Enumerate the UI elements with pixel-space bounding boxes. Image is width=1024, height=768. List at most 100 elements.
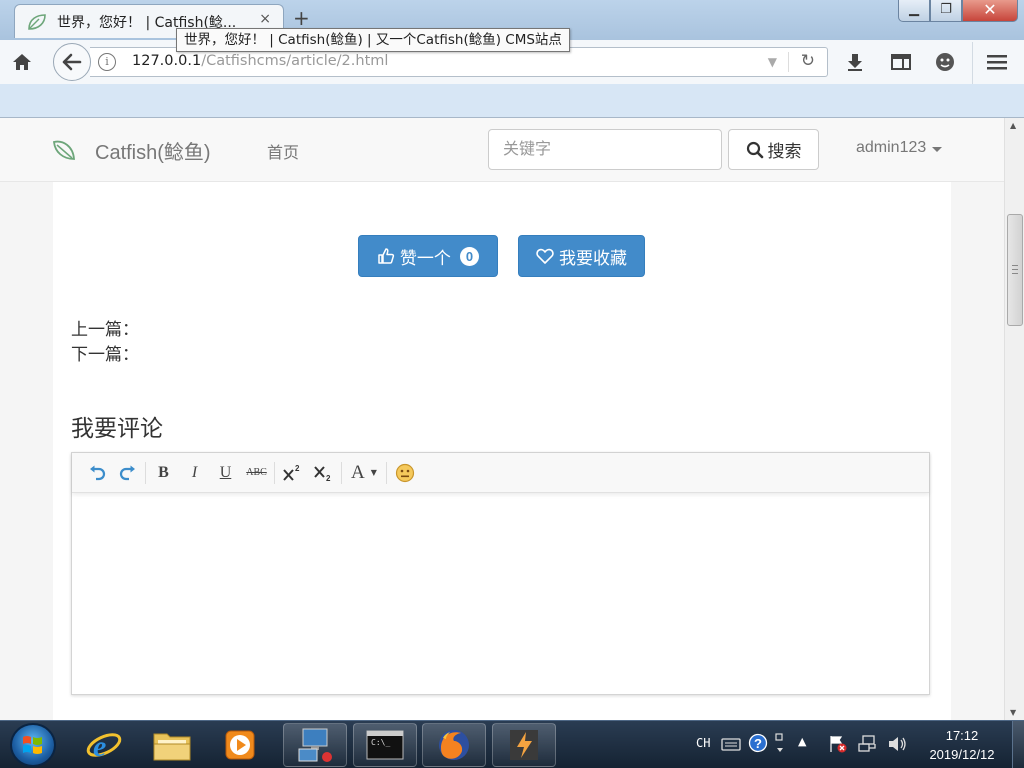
thumbs-up-icon — [378, 248, 394, 264]
home-icon[interactable] — [10, 50, 34, 74]
taskbar-ie[interactable]: e — [72, 723, 136, 767]
show-hidden-icons[interactable]: ▲ — [798, 735, 806, 748]
search-button[interactable]: 搜索 — [728, 129, 819, 170]
bold-icon[interactable]: B — [148, 459, 179, 487]
scroll-down-icon[interactable]: ▼ — [1010, 708, 1016, 717]
emoticon-icon[interactable] — [389, 459, 420, 487]
editor-text-area[interactable] — [72, 493, 929, 694]
url-path: /Catfishcms/article/2.html — [201, 53, 389, 69]
search-input[interactable] — [488, 129, 722, 170]
like-label: 赞一个 — [399, 248, 451, 268]
scroll-thumb[interactable] — [1007, 214, 1023, 326]
subscript-icon[interactable]: 2 — [308, 459, 339, 487]
user-name: admin123 — [856, 139, 927, 156]
scroll-up-icon[interactable]: ▲ — [1010, 121, 1016, 130]
taskbar-media-player[interactable] — [208, 723, 272, 767]
show-desktop-button[interactable] — [1012, 721, 1024, 768]
media-player-icon — [225, 730, 255, 760]
comment-editor[interactable]: B I U ABC 2 2 A ▼ — [71, 452, 930, 695]
svg-text:2: 2 — [326, 474, 331, 482]
taskbar-network-app[interactable] — [283, 723, 347, 767]
close-window-button[interactable]: ✕ — [962, 0, 1018, 22]
underline-icon[interactable]: U — [210, 459, 241, 487]
action-center-flag-icon[interactable] — [828, 734, 848, 754]
clock-time: 17:12 — [945, 728, 979, 743]
bookmarks-bar — [0, 84, 1024, 118]
favorite-button[interactable]: 我要收藏 — [518, 235, 645, 277]
toolbar-separator — [341, 461, 342, 484]
ime-options-icon[interactable] — [774, 733, 786, 755]
firefox-icon — [439, 730, 469, 760]
menu-icon[interactable] — [985, 50, 1009, 74]
next-article-link[interactable]: 下一篇： — [71, 342, 139, 367]
start-button[interactable] — [10, 723, 56, 767]
url-dropdown-icon[interactable]: ▼ — [768, 55, 777, 69]
site-brand[interactable]: Catfish(鲶鱼) — [95, 136, 211, 165]
comment-heading: 我要评论 — [71, 415, 163, 441]
superscript-icon[interactable]: 2 — [277, 459, 308, 487]
back-button[interactable] — [53, 43, 91, 81]
font-color-letter: A — [351, 461, 365, 483]
dropdown-arrow-icon: ▼ — [370, 468, 377, 477]
editor-toolbar: B I U ABC 2 2 A ▼ — [72, 453, 929, 493]
font-color-icon[interactable]: A ▼ — [344, 459, 384, 487]
svg-text:?: ? — [754, 736, 762, 751]
new-tab-button[interactable]: + — [293, 6, 310, 30]
url-divider — [788, 52, 789, 72]
web-page: Catfish(鲶鱼) 首页 搜索 admin123 赞一个 0 我要收藏 上一… — [0, 118, 1004, 720]
taskbar-cmd[interactable]: C:\_ — [353, 723, 417, 767]
leaf-icon — [28, 14, 46, 30]
toolbar-divider — [972, 42, 973, 84]
keyboard-icon[interactable] — [721, 736, 741, 752]
strikethrough-icon[interactable]: ABC — [241, 459, 272, 487]
taskbar-firefox[interactable] — [422, 723, 486, 767]
favorite-label: 我要收藏 — [559, 248, 627, 268]
nav-home-link[interactable]: 首页 — [267, 139, 299, 163]
user-menu-dropdown[interactable]: admin123 — [856, 139, 943, 157]
input-language[interactable]: CH — [696, 736, 710, 750]
sidebar-icon[interactable] — [889, 50, 913, 74]
previous-article-link[interactable]: 上一篇： — [71, 317, 139, 342]
url-text[interactable]: 127.0.0.1/Catfishcms/article/2.html — [132, 53, 388, 69]
url-host: 127.0.0.1 — [132, 53, 202, 69]
folder-icon — [153, 733, 191, 761]
site-info-icon[interactable]: i — [98, 53, 116, 71]
like-button[interactable]: 赞一个 0 — [358, 235, 498, 277]
windows-logo-icon — [23, 736, 42, 754]
maximize-button[interactable]: ❐ — [930, 0, 962, 22]
prev-next-links: 上一篇： 下一篇： — [71, 317, 139, 367]
network-icon[interactable] — [857, 734, 879, 754]
internet-explorer-icon: e — [86, 730, 122, 763]
minimize-button[interactable]: ▁ — [898, 0, 930, 22]
volume-icon[interactable] — [887, 735, 909, 753]
grip-icon — [1012, 265, 1018, 274]
italic-icon[interactable]: I — [179, 459, 210, 487]
page-scrollbar[interactable]: ▲ ▼ — [1004, 118, 1024, 720]
article-content: 赞一个 0 我要收藏 上一篇： 下一篇： 我要评论 B I U ABC 2 2 … — [53, 182, 951, 720]
taskbar-explorer[interactable] — [140, 723, 204, 767]
undo-icon[interactable] — [81, 459, 112, 487]
svg-text:e: e — [93, 730, 106, 763]
taskbar-app-launcher[interactable] — [492, 723, 556, 767]
heart-icon — [536, 248, 554, 264]
toolbar-separator — [274, 461, 275, 484]
download-icon[interactable] — [843, 50, 867, 74]
window-controls: ▁ ❐ ✕ — [898, 0, 1018, 22]
arrow-left-icon — [62, 53, 82, 71]
search-icon — [746, 141, 763, 158]
tab-close-icon[interactable]: × — [259, 11, 271, 27]
site-navbar: Catfish(鲶鱼) 首页 搜索 admin123 — [0, 118, 1004, 182]
brand-leaf-icon — [53, 140, 75, 160]
toolbar-separator — [386, 461, 387, 484]
like-count-badge: 0 — [459, 246, 480, 266]
lightning-app-icon — [510, 730, 538, 760]
system-clock[interactable]: 17:12 2019/12/12 — [916, 726, 1008, 764]
windows-taskbar: e C:\_ CH ? ▲ 17:12 2019/12/12 — [0, 720, 1024, 768]
search-button-label: 搜索 — [767, 142, 802, 161]
clock-date: 2019/12/12 — [929, 747, 995, 762]
smiley-icon[interactable] — [933, 50, 957, 74]
command-prompt-icon: C:\_ — [366, 730, 404, 760]
reload-icon[interactable]: ↻ — [801, 51, 815, 71]
help-icon[interactable]: ? — [748, 733, 768, 753]
redo-icon[interactable] — [112, 459, 143, 487]
